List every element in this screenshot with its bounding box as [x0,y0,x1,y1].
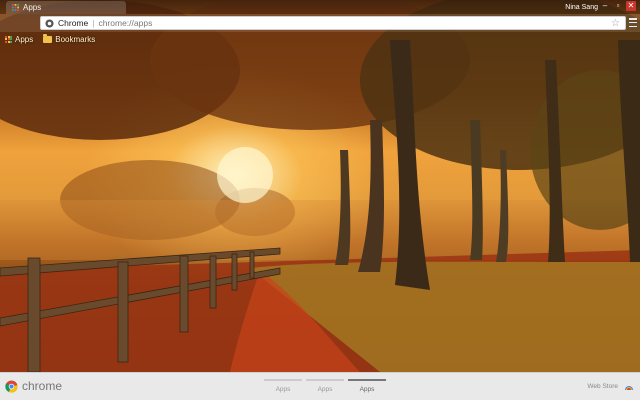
omnibox[interactable]: Chrome | chrome://apps ☆ [40,16,626,30]
chrome-page-icon [45,18,54,28]
window-controls: – ▫ ✕ [600,1,636,11]
web-store-icon[interactable] [624,381,634,391]
bookmark-folder-bookmarks[interactable]: Bookmarks [43,34,96,44]
page-tab-2[interactable]: Apps [306,379,344,393]
wallpaper-autumn-park [0,0,640,400]
omnibox-site-label: Chrome [58,18,89,28]
chrome-logo: chrome [5,379,62,393]
web-store-link[interactable]: Web Store [587,383,618,390]
omnibox-url[interactable]: chrome://apps [98,18,152,28]
tab-title: Apps [23,3,42,12]
profile-name[interactable]: Nina Sang [565,2,598,12]
page-tab-1[interactable]: Apps [264,379,302,393]
page-tab-3[interactable]: Apps [348,379,386,393]
chrome-menu-icon[interactable] [629,17,637,28]
apps-grid-icon [5,35,12,43]
bookmarks-bar: Apps Bookmarks [0,32,640,46]
close-button[interactable]: ✕ [626,1,636,11]
wallpaper-illustration [0,0,640,373]
omnibox-separator: | [92,18,95,28]
window-titlebar: Apps Nina Sang – ▫ ✕ [0,0,640,14]
browser-tab-apps[interactable]: Apps [6,1,126,14]
bookmark-label: Apps [15,34,34,44]
folder-icon [43,34,53,43]
minimize-button[interactable]: – [600,1,610,11]
bookmark-label: Bookmarks [55,34,96,44]
nav-buttons-area [4,17,38,29]
chrome-logo-icon [5,379,18,393]
bookmark-apps[interactable]: Apps [5,35,33,44]
page-switcher: Apps Apps Apps [264,379,386,393]
apps-grid-icon [12,4,19,11]
ntp-footer: chrome Apps Apps Apps Web Store [0,372,640,400]
chrome-logo-text: chrome [22,379,63,393]
maximize-button[interactable]: ▫ [613,1,623,11]
bookmark-star-icon[interactable]: ☆ [611,17,620,30]
browser-toolbar: Chrome | chrome://apps ☆ [0,14,640,32]
